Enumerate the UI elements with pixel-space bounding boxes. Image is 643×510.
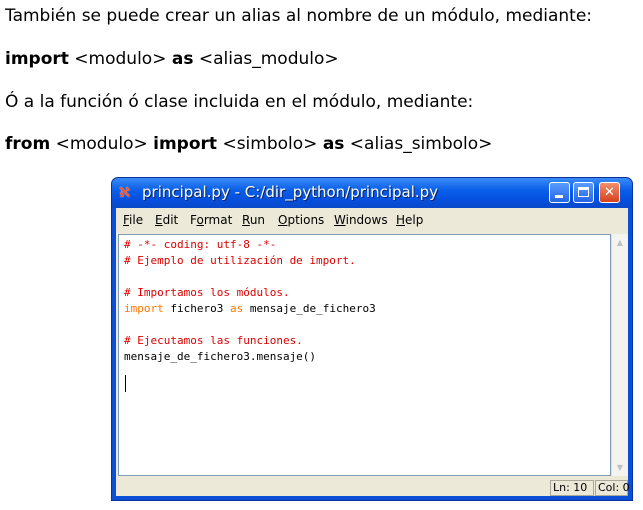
menu-mnemonic: H xyxy=(396,213,406,227)
intro-text: También se puede crear un alias al nombr… xyxy=(5,6,593,26)
function-class-text: Ó a la función ó clase incluida en el mó… xyxy=(5,92,474,112)
line-number-status: Ln: 10 xyxy=(550,480,594,496)
code-line: import fichero3 as mensaje_de_fichero3 xyxy=(124,301,376,317)
scroll-down-arrow-icon[interactable]: ▼ xyxy=(612,459,628,476)
code-text: fichero3 xyxy=(163,302,230,315)
menu-windows[interactable]: Windows xyxy=(334,213,388,227)
close-icon: ✕ xyxy=(604,185,615,200)
keyword: from xyxy=(5,134,51,154)
maximize-button[interactable] xyxy=(573,182,594,203)
syntax-from-import-as: from <modulo> import <simbolo> as <alias… xyxy=(5,134,492,154)
code-editor[interactable]: # -*- coding: utf-8 -*- # Ejemplo de uti… xyxy=(118,234,611,476)
menu-help[interactable]: Help xyxy=(396,213,423,227)
keyword: as xyxy=(171,49,194,69)
maximize-icon xyxy=(578,187,589,197)
keyword: as xyxy=(229,302,244,315)
keyword: import xyxy=(153,134,218,154)
idle-editor-window: ℵ principal.py - C:/dir_python/principal… xyxy=(111,177,633,501)
menu-label: rmat xyxy=(203,213,233,227)
status-bar: Ln: 10 Col: 0 xyxy=(116,478,630,498)
minimize-button[interactable] xyxy=(549,182,570,203)
menu-options[interactable]: Options xyxy=(278,213,324,227)
syntax-text: <alias_simbolo> xyxy=(344,134,493,154)
syntax-text: <alias_modulo> xyxy=(193,49,339,69)
keyword: import xyxy=(5,49,69,69)
minimize-icon xyxy=(555,195,563,198)
syntax-text: <modulo> xyxy=(50,134,154,154)
close-button[interactable]: ✕ xyxy=(599,182,620,203)
menu-file[interactable]: File xyxy=(123,213,143,227)
menu-label: ile xyxy=(129,213,144,227)
window-client: File Edit Format Run Options Windows Hel… xyxy=(116,208,630,498)
menu-bar: File Edit Format Run Options Windows Hel… xyxy=(116,208,628,232)
keyword: as xyxy=(322,134,345,154)
code-line: # Importamos los módulos. xyxy=(124,286,290,299)
syntax-import-as: import <modulo> as <alias_modulo> xyxy=(5,49,339,69)
code-text: mensaje_de_fichero3 xyxy=(243,302,376,315)
menu-label: elp xyxy=(405,213,424,227)
code-line: # -*- coding: utf-8 -*- xyxy=(124,238,277,251)
window-title: principal.py - C:/dir_python/principal.p… xyxy=(142,183,439,201)
scroll-up-arrow-icon[interactable]: ▲ xyxy=(612,234,628,251)
keyword: import xyxy=(124,302,164,315)
menu-mnemonic: W xyxy=(334,213,346,227)
menu-run[interactable]: Run xyxy=(242,213,265,227)
menu-edit[interactable]: Edit xyxy=(155,213,178,227)
menu-label: un xyxy=(249,213,266,227)
menu-mnemonic: E xyxy=(155,213,163,227)
syntax-text: <simbolo> xyxy=(217,134,323,154)
menu-format[interactable]: Format xyxy=(190,213,232,227)
menu-mnemonic: o xyxy=(196,213,204,227)
python-idle-icon[interactable]: ℵ xyxy=(119,185,137,201)
syntax-text: <modulo> xyxy=(68,49,172,69)
vertical-scrollbar[interactable]: ▲ ▼ xyxy=(611,234,628,476)
code-line: mensaje_de_fichero3.mensaje() xyxy=(124,350,317,363)
menu-label: ptions xyxy=(287,213,325,227)
menu-mnemonic: R xyxy=(242,213,250,227)
menu-label: indows xyxy=(345,213,388,227)
text-cursor xyxy=(125,375,126,392)
column-number-status: Col: 0 xyxy=(595,480,630,496)
title-bar[interactable]: ℵ principal.py - C:/dir_python/principal… xyxy=(112,178,632,208)
code-line: # Ejecutamos las funciones. xyxy=(124,334,303,347)
code-line: # Ejemplo de utilización de import. xyxy=(124,254,356,267)
menu-label: dit xyxy=(162,213,179,227)
